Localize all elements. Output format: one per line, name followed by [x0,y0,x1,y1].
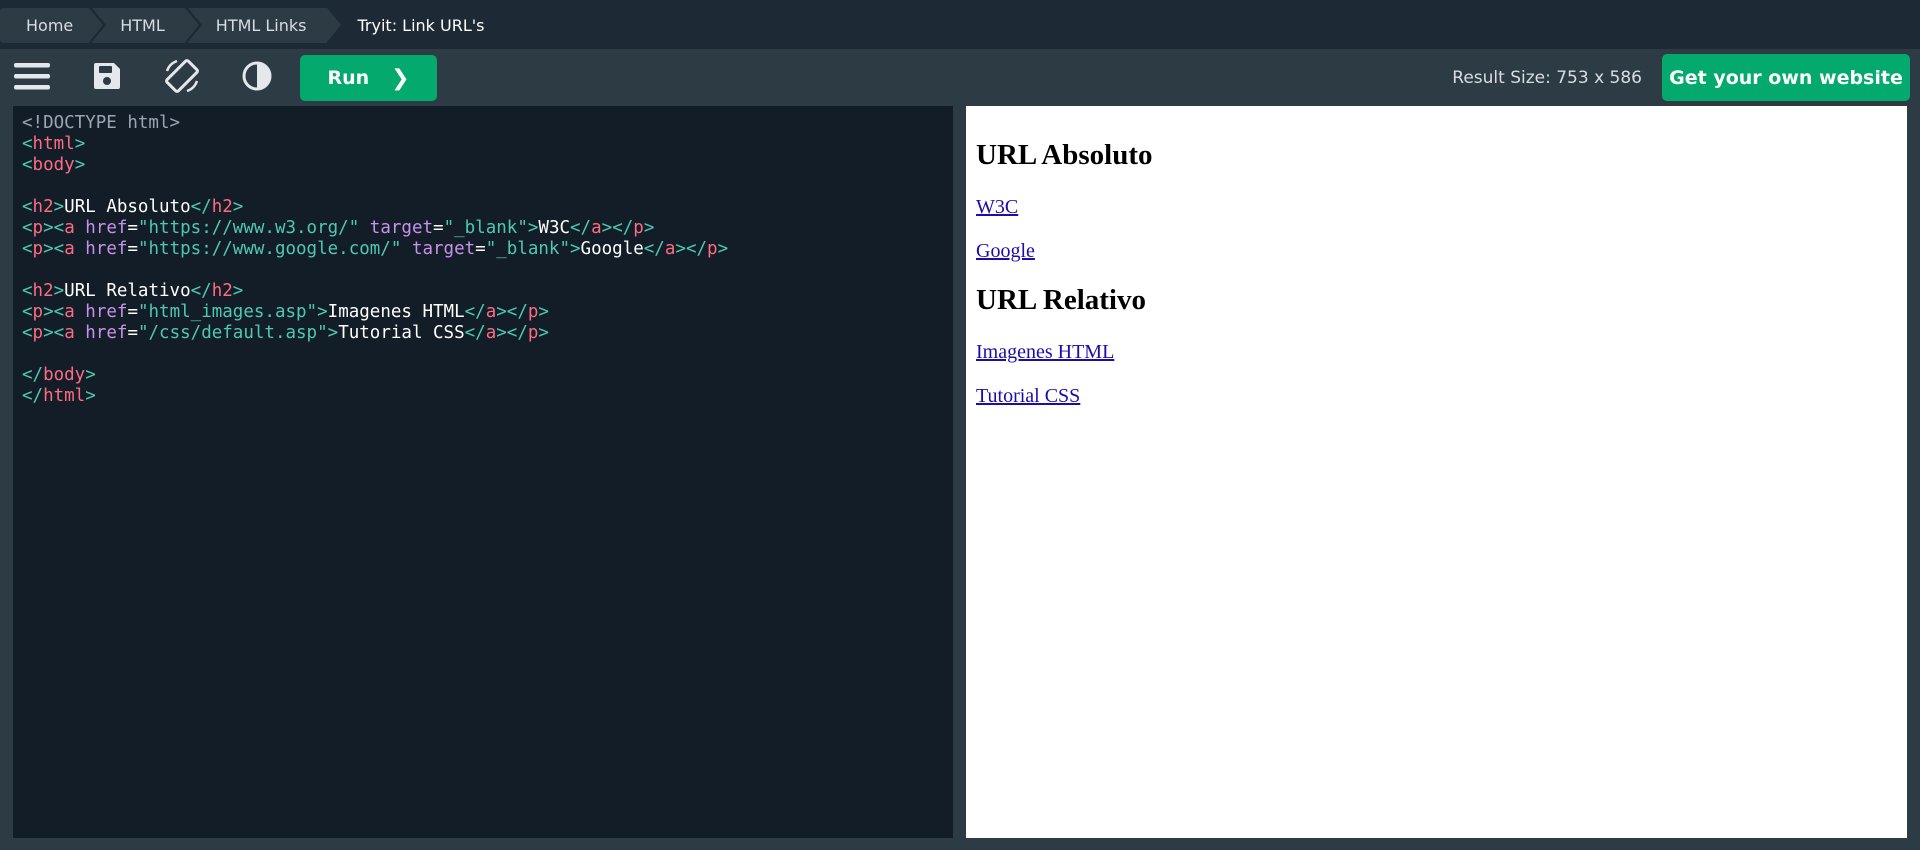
run-button-label: Run [327,67,370,89]
result-size-text: Result Size: 753 x 586 [1452,68,1642,88]
toolbar: Run ❯ Result Size: 753 x 586 Get your ow… [0,49,1920,105]
link-tutorial-css[interactable]: Tutorial CSS [976,385,1080,407]
pane-splitter[interactable] [953,106,966,838]
breadcrumb-html-links[interactable]: HTML Links [187,8,344,43]
hamburger-menu-icon[interactable] [7,55,57,97]
run-button[interactable]: Run ❯ [300,55,437,101]
chevron-right-icon: ❯ [391,65,410,91]
result-pane: URL Absoluto W3C Google URL Relativo Ima… [966,106,1907,838]
breadcrumb-bar: Home HTML HTML Links Tryit: Link URL's [0,0,1920,49]
link-images-html[interactable]: Imagenes HTML [976,341,1114,363]
link-google[interactable]: Google [976,240,1035,262]
rotate-layout-icon[interactable] [157,55,207,97]
contrast-icon[interactable] [232,55,282,97]
result-heading-relative: URL Relativo [976,284,1146,316]
code-content: <!DOCTYPE html> <html> <body> <h2>URL Ab… [22,113,729,406]
breadcrumb-current: Tryit: Link URL's [357,16,485,35]
code-editor[interactable]: <!DOCTYPE html> <html> <body> <h2>URL Ab… [13,106,953,838]
breadcrumb-home[interactable]: Home [0,8,107,43]
get-own-website-button[interactable]: Get your own website [1662,54,1910,101]
result-heading-absolute: URL Absoluto [976,139,1153,171]
floppy-disk-icon[interactable] [82,55,132,97]
link-w3c[interactable]: W3C [976,196,1018,218]
breadcrumb: Home HTML HTML Links Tryit: Link URL's [0,8,485,43]
